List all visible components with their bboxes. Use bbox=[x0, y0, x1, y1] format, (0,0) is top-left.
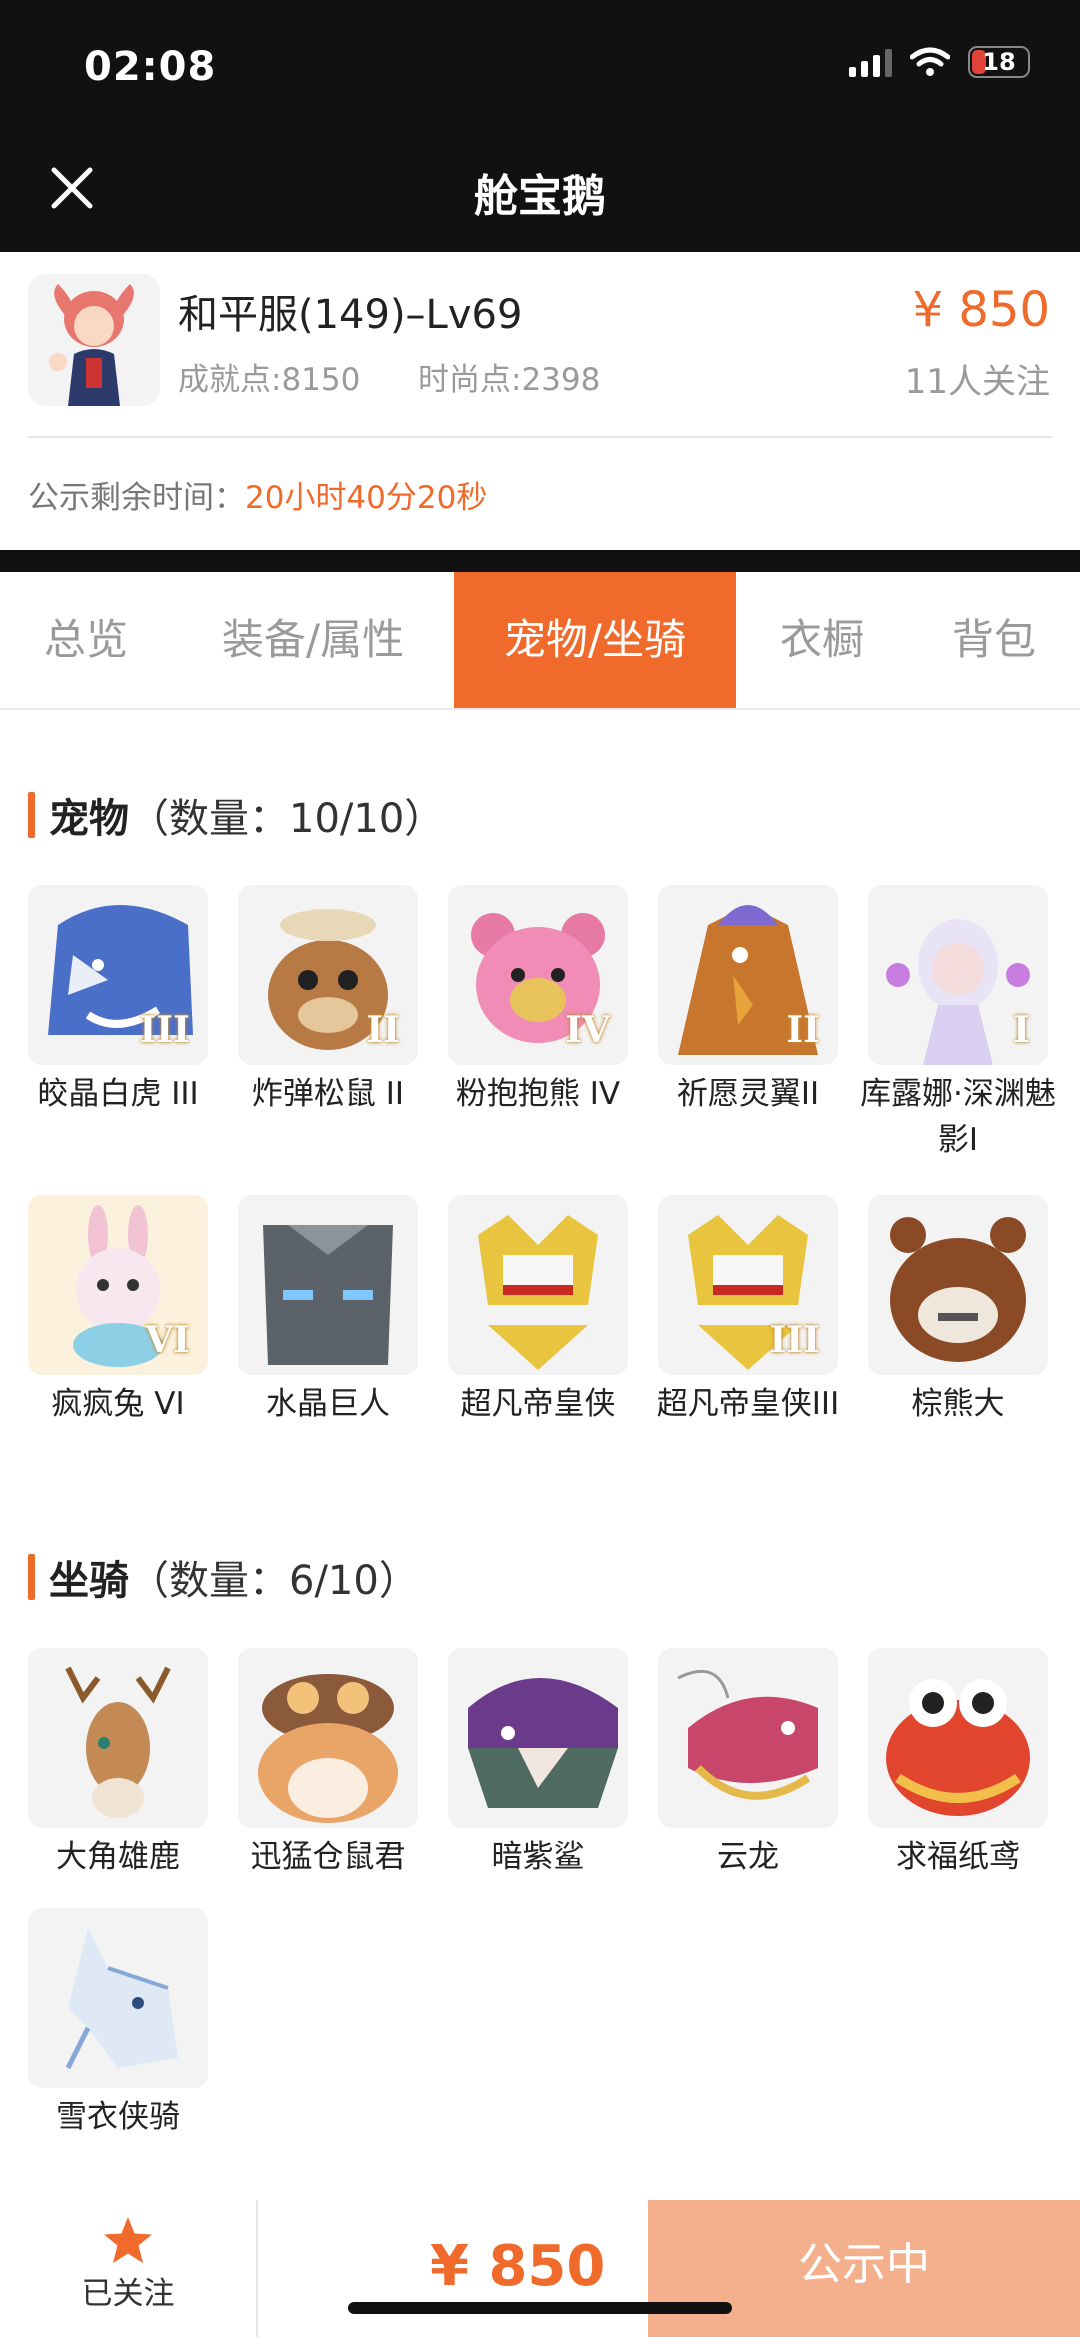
tab-bag[interactable]: 背包 bbox=[908, 572, 1080, 708]
pet-name: 水晶巨人 bbox=[266, 1386, 390, 1422]
price-label: ¥ 850 bbox=[912, 282, 1050, 338]
countdown: 公示剩余时间：20小时40分20秒 bbox=[28, 472, 487, 517]
pet-name: 超凡帝皇侠III bbox=[656, 1386, 840, 1422]
tier-badge: II bbox=[366, 1009, 400, 1051]
tier-badge: VI bbox=[145, 1319, 190, 1361]
pets-section-title: 宠物 （数量：10/10） bbox=[28, 786, 444, 844]
pet-thumbnail: III bbox=[28, 885, 208, 1065]
home-indicator bbox=[348, 2302, 732, 2314]
pet-name: 皎晶白虎 III bbox=[37, 1076, 199, 1112]
pet-name: 祈愿灵翼II bbox=[676, 1076, 820, 1112]
pet-name: 炸弹松鼠 II bbox=[251, 1076, 405, 1112]
pets-count: （数量：10/10） bbox=[129, 796, 445, 842]
pet-item[interactable]: III 超凡帝皇侠III bbox=[657, 1195, 839, 1427]
mount-name: 雪衣侠骑 bbox=[56, 2099, 180, 2135]
mount-item[interactable]: 雪衣侠骑 bbox=[28, 1908, 208, 2140]
tier-badge: I bbox=[1013, 1009, 1030, 1051]
mount-thumbnail bbox=[238, 1648, 418, 1828]
mounts-title: 坐骑 bbox=[49, 1558, 129, 1604]
mount-item[interactable]: 云龙 bbox=[658, 1648, 838, 1880]
countdown-label: 公示剩余时间： bbox=[28, 480, 245, 516]
pet-name: 棕熊大 bbox=[911, 1386, 1005, 1422]
follow-button[interactable]: 已关注 bbox=[0, 2200, 258, 2337]
star-icon bbox=[104, 2217, 152, 2263]
pet-thumbnail: III bbox=[658, 1195, 838, 1375]
mount-thumbnail bbox=[658, 1648, 838, 1828]
battery-level: 18 bbox=[982, 48, 1016, 76]
separator-strip bbox=[0, 550, 1080, 572]
mount-name: 大角雄鹿 bbox=[56, 1839, 180, 1875]
pet-item[interactable]: 水晶巨人 bbox=[238, 1195, 418, 1427]
tier-badge: IV bbox=[565, 1009, 610, 1051]
mounts-section-title: 坐骑 （数量：6/10） bbox=[28, 1548, 419, 1606]
mount-thumbnail bbox=[28, 1908, 208, 2088]
tab-overview[interactable]: 总览 bbox=[0, 572, 172, 708]
pet-name: 超凡帝皇侠 bbox=[460, 1386, 616, 1422]
divider bbox=[28, 436, 1052, 438]
tab-wardrobe[interactable]: 衣橱 bbox=[736, 572, 908, 708]
status-icons: 18 bbox=[849, 46, 1030, 78]
mount-name: 暗紫鲨 bbox=[491, 1839, 585, 1875]
pet-thumbnail bbox=[448, 1195, 628, 1375]
follow-label: 已关注 bbox=[81, 2276, 175, 2312]
signal-icon bbox=[849, 47, 892, 77]
pet-thumbnail: II bbox=[238, 885, 418, 1065]
bottom-action-bar: 已关注 ¥ 850 公示中 bbox=[0, 2200, 1080, 2337]
pets-title: 宠物 bbox=[49, 796, 129, 842]
pet-item[interactable]: IV 粉抱抱熊 IV bbox=[448, 885, 628, 1117]
tab-pets-mounts[interactable]: 宠物/坐骑 bbox=[454, 572, 736, 708]
pet-thumbnail: IV bbox=[448, 885, 628, 1065]
mount-thumbnail bbox=[448, 1648, 628, 1828]
character-avatar bbox=[28, 274, 160, 406]
mount-name: 求福纸鸢 bbox=[896, 1839, 1020, 1875]
pet-item[interactable]: III 皎晶白虎 III bbox=[28, 885, 208, 1117]
bottom-price: ¥ 850 bbox=[430, 2234, 606, 2299]
mount-name: 迅猛仓鼠君 bbox=[250, 1839, 406, 1875]
pet-item[interactable]: 棕熊大 bbox=[868, 1195, 1048, 1427]
top-bar: 02:08 18 舱宝鹅 bbox=[0, 0, 1080, 252]
achievement-points: 成就点:8150 bbox=[178, 362, 361, 398]
pet-thumbnail bbox=[238, 1195, 418, 1375]
tier-badge: III bbox=[139, 1009, 190, 1051]
character-name: 和平服(149)–Lv69 bbox=[178, 292, 523, 338]
pet-name: 粉抱抱熊 IV bbox=[455, 1076, 621, 1112]
mount-item[interactable]: 求福纸鸢 bbox=[868, 1648, 1048, 1880]
wifi-icon bbox=[910, 47, 950, 76]
pet-item[interactable]: VI 疯疯兔 VI bbox=[28, 1195, 208, 1427]
tab-equipment[interactable]: 装备/属性 bbox=[172, 572, 454, 708]
pet-thumbnail bbox=[868, 1195, 1048, 1375]
pet-name: 疯疯兔 VI bbox=[51, 1386, 185, 1422]
status-time: 02:08 bbox=[84, 44, 217, 90]
tier-badge: II bbox=[786, 1009, 820, 1051]
mount-name: 云龙 bbox=[717, 1839, 779, 1875]
tier-badge: III bbox=[769, 1319, 820, 1361]
mount-item[interactable]: 迅猛仓鼠君 bbox=[238, 1648, 418, 1880]
mount-thumbnail bbox=[868, 1648, 1048, 1828]
follower-count: 11人关注 bbox=[904, 362, 1050, 402]
countdown-value: 20小时40分20秒 bbox=[245, 480, 488, 516]
pets-mounts-content: 宠物 （数量：10/10） III 皎晶白虎 III II 炸弹松鼠 II IV … bbox=[0, 710, 1080, 2200]
pet-item[interactable]: 超凡帝皇侠 bbox=[448, 1195, 628, 1427]
tab-bar: 总览 装备/属性 宠物/坐骑 衣橱 背包 bbox=[0, 572, 1080, 710]
pet-item[interactable]: II 祈愿灵翼II bbox=[658, 885, 838, 1117]
mount-thumbnail bbox=[28, 1648, 208, 1828]
battery-icon: 18 bbox=[968, 46, 1030, 78]
pet-thumbnail: I bbox=[868, 885, 1048, 1065]
pet-thumbnail: VI bbox=[28, 1195, 208, 1375]
status-button[interactable]: 公示中 bbox=[648, 2200, 1080, 2337]
fashion-points: 时尚点:2398 bbox=[418, 362, 601, 398]
mount-item[interactable]: 大角雄鹿 bbox=[28, 1648, 208, 1880]
mounts-count: （数量：6/10） bbox=[129, 1558, 419, 1604]
pet-item[interactable]: I 库露娜·深渊魅影I bbox=[860, 885, 1056, 1163]
pet-thumbnail: II bbox=[658, 885, 838, 1065]
character-summary-card: 和平服(149)–Lv69 成就点:8150 时尚点:2398 ¥ 850 11… bbox=[0, 252, 1080, 550]
pet-item[interactable]: II 炸弹松鼠 II bbox=[238, 885, 418, 1117]
mount-item[interactable]: 暗紫鲨 bbox=[448, 1648, 628, 1880]
page-title: 舱宝鹅 bbox=[474, 171, 606, 222]
pet-name: 库露娜·深渊魅影I bbox=[860, 1076, 1056, 1158]
